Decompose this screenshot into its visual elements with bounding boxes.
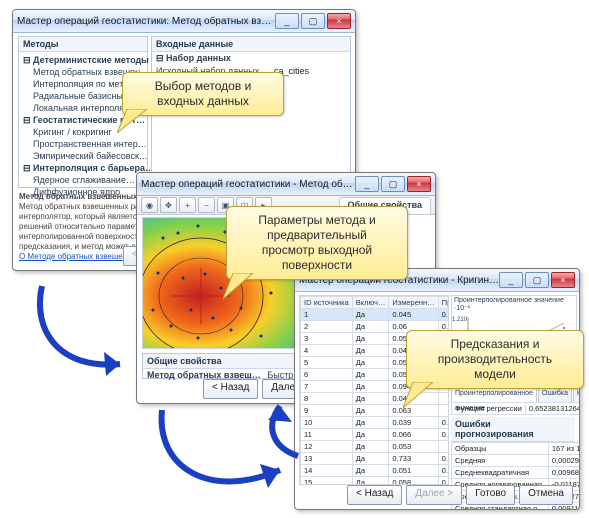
back-button[interactable]: < Назад [203, 379, 258, 399]
next-button[interactable]: Далее > [406, 485, 462, 505]
table-row[interactable]: 12Да0.053 [301, 441, 450, 453]
minimize-button[interactable]: _ [499, 272, 523, 288]
flow-arrow-3 [250, 398, 320, 468]
chart-axis-title: Проинтерполированное значение ·10⁻¹ [452, 296, 576, 313]
cancel-button[interactable]: Отмена [519, 485, 573, 505]
toolbar-zoomin-icon[interactable]: + [179, 197, 196, 213]
back-button[interactable]: < Назад [347, 485, 402, 505]
toolbar-globe-icon[interactable]: ◉ [141, 197, 158, 213]
callout-step1: Выбор методов ивходных данных [122, 72, 284, 116]
input-data-header: Входные данные [152, 37, 350, 52]
window-title: Мастер операций геостатистики - Метод об… [141, 179, 355, 190]
toolbar-zoomout-icon[interactable]: − [198, 197, 215, 213]
table-row: Средняя0,000298340453… [452, 455, 581, 467]
close-button[interactable]: × [407, 176, 431, 192]
input-group: ⊟ Набор данных [156, 53, 231, 64]
tree-item[interactable]: ⊟ Интерполяция с барьера… [19, 162, 147, 174]
col-inc[interactable]: Включ… [352, 297, 389, 309]
table-row[interactable]: 15Да0.0580.063178241… [301, 477, 450, 486]
table-row: Образцы167 из 167 [452, 443, 581, 455]
table-row: Среднеквадратичная0,009687184843… [452, 467, 581, 479]
window-title: Мастер операций геостатистики: Метод обр… [17, 16, 275, 27]
col-meas[interactable]: Измеренн… [389, 297, 438, 309]
minimize-button[interactable]: _ [355, 176, 379, 192]
methods-panel-header: Методы [19, 37, 147, 52]
table-row[interactable]: 10Да0.0390.039820345… [301, 417, 450, 429]
finish-button[interactable]: Готово [466, 485, 515, 505]
minimize-button[interactable]: _ [275, 13, 299, 29]
maximize-button[interactable]: ▢ [301, 13, 325, 29]
tree-item[interactable]: ⊟ Детерминистские методы [19, 54, 147, 66]
errors-header: Ошибки прогнозирования [451, 417, 575, 442]
tree-item[interactable]: Ядерное сглаживание… [19, 174, 147, 186]
toolbar-pan-icon[interactable]: ✥ [160, 197, 177, 213]
tree-item[interactable]: Пространственная интер… [19, 138, 147, 150]
col-id[interactable]: ID источника [301, 297, 353, 309]
close-button[interactable]: × [551, 272, 575, 288]
tree-item[interactable]: Эмпирический байесовск… [19, 150, 147, 162]
regression-label: Функция регрессии [452, 403, 526, 415]
flow-arrow-1 [24, 278, 144, 388]
titlebar[interactable]: Мастер операций геостатистики: Метод обр… [13, 10, 355, 33]
col-pred[interactable]: Проинтерп… [438, 297, 449, 309]
maximize-button[interactable]: ▢ [381, 176, 405, 192]
regression-value: 0,652381312649075 * … [525, 403, 580, 415]
wizard-nav: < Назад Далее > Готово Отмена [347, 485, 573, 505]
table-row[interactable]: 13Да0.7330.107491422… [301, 453, 450, 465]
titlebar[interactable]: Мастер операций геостатистики - Метод об… [137, 173, 435, 196]
callout-step3: Предсказания ипроизводительностьмодели [406, 330, 584, 389]
table-row[interactable]: 1Да0.0450.048684712… [301, 309, 450, 321]
wizard-step5-window: Мастер операций геостатистики - Кригинг … [294, 268, 580, 510]
maximize-button[interactable]: ▢ [525, 272, 549, 288]
svg-text:1.210: 1.210 [452, 317, 468, 323]
callout-step2: Параметры метода ипредварительныйпросмот… [226, 206, 408, 280]
close-button[interactable]: × [327, 13, 351, 29]
table-row[interactable]: 11Да0.0660.076457124… [301, 429, 450, 441]
table-row[interactable]: 14Да0.0510.092092448… [301, 465, 450, 477]
